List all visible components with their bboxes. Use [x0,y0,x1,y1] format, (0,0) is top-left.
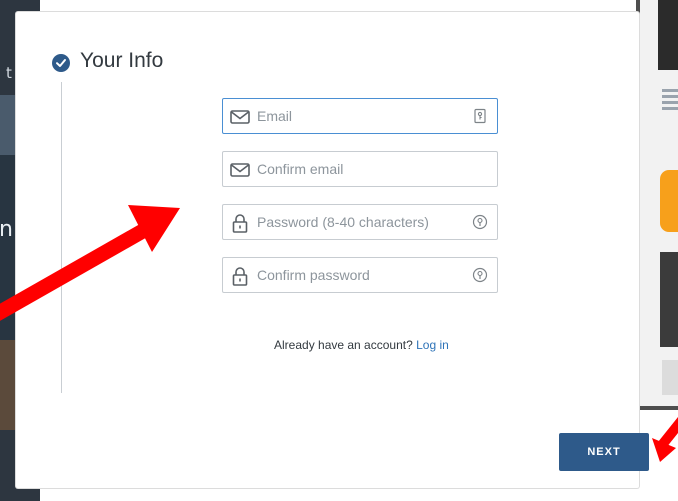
background-app-icon [660,170,678,232]
lock-icon [232,267,248,286]
password-manager-icon[interactable] [472,214,488,230]
background-thumbnail [658,0,678,70]
password-manager-icon[interactable] [472,267,488,283]
envelope-icon [230,110,250,124]
step-title: Your Info [80,49,164,72]
login-prompt: Already have an account? Log in [274,338,449,352]
signup-modal: Your Info Email Confirm email Already ha… [16,12,649,488]
confirm-email-input[interactable] [257,152,457,186]
password-input[interactable] [257,205,457,239]
background-text-fragment: t [6,64,12,82]
password-field[interactable] [222,204,498,240]
login-link[interactable]: Log in [416,338,449,352]
background-thumbnail [662,360,678,395]
background-text-fragment: n [0,217,13,242]
email-field[interactable] [222,98,498,134]
lock-icon [232,214,248,233]
background-thumbnail [660,252,678,347]
confirm-password-input[interactable] [257,258,457,292]
annotation-arrow-bottom-right [652,416,678,462]
check-circle-icon [52,54,70,72]
confirm-email-field[interactable] [222,151,498,187]
email-input[interactable] [257,99,457,133]
background-document-icon [662,86,678,121]
autofill-key-icon[interactable] [472,108,488,124]
envelope-icon [230,163,250,177]
login-prompt-text: Already have an account? [274,338,417,352]
confirm-password-field[interactable] [222,257,498,293]
background-right-panel [636,0,678,410]
step-progress-line [61,82,62,393]
next-button[interactable]: NEXT [559,433,649,471]
